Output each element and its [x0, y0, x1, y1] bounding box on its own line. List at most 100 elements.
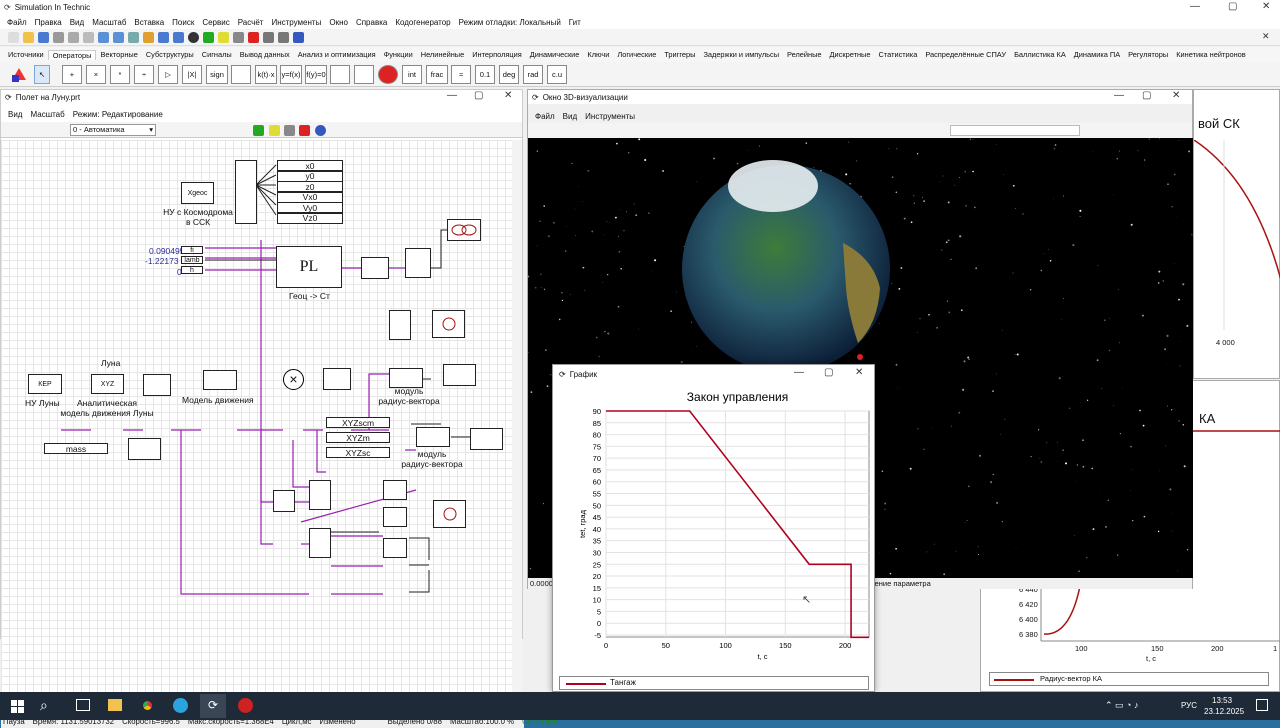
app2-task-icon[interactable] [238, 698, 253, 713]
taskview-icon[interactable] [76, 699, 90, 711]
menu-item[interactable]: Справка [352, 18, 391, 27]
telegram-icon[interactable] [173, 698, 188, 713]
menu-item[interactable]: Файл [3, 18, 31, 27]
maximize-icon[interactable]: ▢ [1228, 1, 1237, 12]
close-icon[interactable]: ✕ [1262, 1, 1270, 12]
palette-tab[interactable]: Статистика [874, 50, 921, 59]
demux-block-5[interactable] [323, 368, 351, 390]
output-block[interactable]: Vx0 [277, 192, 343, 203]
operator-button[interactable]: ≈ [451, 65, 471, 84]
menu-item[interactable]: Окно [325, 18, 352, 27]
operator-button[interactable]: 0.1 [475, 65, 495, 84]
nu-moon-block[interactable]: КЕР [28, 374, 62, 394]
output-block[interactable]: Vy0 [277, 202, 343, 213]
minimize-icon[interactable]: — [794, 367, 804, 378]
chrome-icon[interactable] [140, 698, 155, 713]
demux-block-8[interactable] [309, 528, 331, 558]
operator-icon-button[interactable] [330, 65, 350, 84]
operator-button[interactable]: deg [499, 65, 519, 84]
palette-tab[interactable]: Динамика ПА [1070, 50, 1124, 59]
palette-tab[interactable]: Релейные [783, 50, 826, 59]
operator-button[interactable]: k(t)·x [255, 65, 277, 84]
schematic-menu-item[interactable]: Масштаб [26, 110, 68, 119]
palette-tab[interactable]: Субструктуры [142, 50, 198, 59]
close-icon[interactable]: ✕ [855, 367, 863, 378]
demux-block[interactable] [235, 160, 257, 224]
operator-icon-button[interactable] [231, 65, 251, 84]
run-icon[interactable] [253, 125, 264, 136]
palette-tab[interactable]: Операторы [48, 50, 97, 60]
pause-icon[interactable] [284, 125, 295, 136]
pl-block[interactable]: PL [276, 246, 342, 288]
lamb-block[interactable]: lamb [181, 256, 203, 264]
minimize-icon[interactable]: — [1114, 90, 1124, 101]
palette-tab[interactable]: Задержки и импульсы [699, 50, 783, 59]
viz3d-menu-item[interactable]: Инструменты [581, 112, 639, 121]
maximize-icon[interactable]: ▢ [1142, 90, 1151, 101]
zoom-in-icon[interactable] [158, 32, 169, 43]
search-icon[interactable]: ⌕ [40, 697, 48, 714]
close-icon[interactable]: ✕ [1172, 90, 1180, 101]
mass-block[interactable]: mass [44, 443, 108, 454]
operator-button[interactable]: f(y)=0 [305, 65, 327, 84]
run-icon[interactable] [203, 32, 214, 43]
open-icon[interactable] [23, 32, 34, 43]
menu-item[interactable]: Масштаб [88, 18, 130, 27]
palette-tab[interactable]: Баллистика КА [1010, 50, 1070, 59]
operator-button[interactable]: int [402, 65, 422, 84]
operator-button[interactable]: rad [523, 65, 543, 84]
demux-block-6[interactable] [273, 490, 295, 512]
xyzsc-block[interactable]: XYZsc [326, 447, 390, 458]
plot-block-6[interactable] [433, 500, 466, 528]
palette-tab[interactable]: Векторные [96, 50, 141, 59]
menu-item[interactable]: Правка [31, 18, 66, 27]
mux-block-2[interactable] [383, 480, 407, 500]
operator-button[interactable]: + [62, 65, 82, 84]
redo-icon[interactable] [113, 32, 124, 43]
sum-node[interactable]: × [283, 369, 304, 390]
palette-tab[interactable]: Распределённые СПАУ [921, 50, 1010, 59]
menu-item[interactable]: Инструменты [267, 18, 325, 27]
edit-icon[interactable] [143, 32, 154, 43]
plot-block-3[interactable] [443, 364, 476, 386]
viz3d-menu-item[interactable]: Вид [559, 112, 581, 121]
plot-block-4[interactable] [470, 428, 503, 450]
mux-block[interactable] [143, 374, 171, 396]
demux-block-4[interactable] [389, 310, 411, 340]
step-icon[interactable] [269, 125, 280, 136]
viz3d-menu-item[interactable]: Файл [531, 112, 559, 121]
operator-button[interactable]: ▷ [158, 65, 178, 84]
operator-icon-button[interactable] [378, 65, 398, 84]
lang-indicator[interactable]: РУС [1181, 701, 1197, 710]
block-icon[interactable] [128, 32, 139, 43]
save-icon[interactable] [38, 32, 49, 43]
output-block[interactable]: Vz0 [277, 213, 343, 224]
palette-tab[interactable]: Регуляторы [1124, 50, 1172, 59]
camera-icon[interactable] [263, 32, 274, 43]
menu-item[interactable]: Кодогенератор [391, 18, 454, 27]
zoom-out-icon[interactable] [173, 32, 184, 43]
cosmodrome-block[interactable]: Xgeoc [181, 182, 214, 204]
explorer-icon[interactable] [108, 699, 122, 711]
plot-block-2[interactable] [432, 310, 465, 338]
help-icon[interactable] [293, 32, 304, 43]
menu-item[interactable]: Расчёт [234, 18, 268, 27]
analytic-block[interactable]: XYZ [91, 374, 124, 394]
operator-button[interactable]: frac [426, 65, 448, 84]
new-icon[interactable] [8, 32, 19, 43]
motion-block[interactable] [203, 370, 237, 390]
maximize-icon[interactable]: ▢ [474, 90, 483, 101]
palette-tab[interactable]: Ключи [583, 50, 613, 59]
schematic-canvas[interactable]: Xgeoc НУ с Космодрома в ССК x0y0z0Vx0Vy0… [1, 140, 512, 702]
palette-tab[interactable]: Динамические [526, 50, 584, 59]
close-icon[interactable]: ✕ [504, 90, 512, 101]
clock-time[interactable]: 13:53 [1212, 696, 1232, 705]
palette-tab[interactable]: Анализ и оптимизация [294, 50, 380, 59]
output-block[interactable]: x0 [277, 160, 343, 171]
stop-icon[interactable] [299, 125, 310, 136]
palette-tab[interactable]: Логические [613, 50, 660, 59]
close-doc-icon[interactable]: ✕ [1262, 31, 1270, 42]
start-icon[interactable] [11, 700, 24, 713]
palette-tab[interactable]: Источники [4, 50, 48, 59]
step-icon[interactable] [218, 32, 229, 43]
